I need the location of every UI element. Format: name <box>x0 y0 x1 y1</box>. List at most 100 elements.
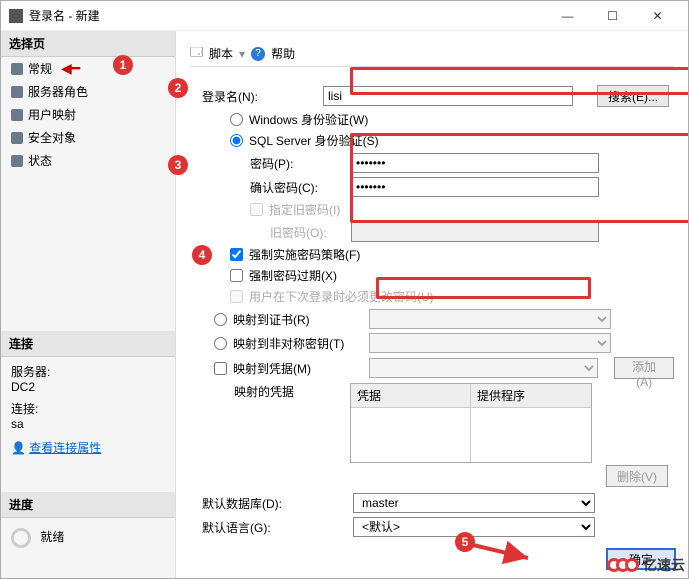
mapped-cred-label: 映射的凭据 <box>234 383 344 400</box>
map-asym-label: 映射到非对称密钥(T) <box>233 335 363 352</box>
annotation-box-2 <box>350 133 688 223</box>
nav-general[interactable]: 常规 ◀━ <box>1 57 175 80</box>
script-icon: 🗔 <box>190 43 203 64</box>
view-conn-row: 👤 查看连接属性 <box>11 439 165 456</box>
win-auth-row: Windows 身份验证(W) <box>190 111 674 128</box>
sidebar: 选择页 常规 ◀━ 服务器角色 用户映射 安全对象 状态 连接 服务器: DC2 … <box>1 31 176 578</box>
view-connection-properties-link[interactable]: 查看连接属性 <box>29 441 101 455</box>
must-change-checkbox <box>230 290 243 303</box>
wrench-icon <box>11 132 23 144</box>
badge-2: 2 <box>168 78 188 98</box>
map-cred-select <box>369 358 598 378</box>
enforce-expiry-label: 强制密码过期(X) <box>249 267 337 284</box>
windows-auth-radio[interactable] <box>230 113 243 126</box>
nav-label: 安全对象 <box>28 129 76 146</box>
minimize-button[interactable]: — <box>545 2 590 30</box>
default-lang-select[interactable]: <默认> <box>353 517 595 537</box>
map-asym-row: 映射到非对称密钥(T) <box>190 333 674 353</box>
enforce-expiry-checkbox[interactable] <box>230 269 243 282</box>
watermark: 亿速云 <box>612 555 685 575</box>
window-buttons: — ☐ ✕ <box>545 2 680 30</box>
enforce-policy-label: 强制实施密码策略(F) <box>249 246 360 263</box>
col-credential-header: 凭据 <box>351 384 470 408</box>
badge-4: 4 <box>192 245 212 265</box>
remove-button: 删除(V) <box>606 465 668 487</box>
connect-value: sa <box>11 417 165 431</box>
map-cred-row: 映射到凭据(M) 添加(A) <box>190 357 674 379</box>
confirm-label: 确认密码(C): <box>250 179 345 196</box>
annotation-box-1 <box>350 67 688 95</box>
person-icon: 👤 <box>11 441 26 455</box>
enforce-policy-row: 强制实施密码策略(F) <box>190 246 674 263</box>
nav-status[interactable]: 状态 <box>1 149 175 172</box>
select-page-header: 选择页 <box>1 31 175 57</box>
nav-label: 服务器角色 <box>28 83 88 100</box>
connect-label: 连接: <box>11 400 165 417</box>
ready-label: 就绪 <box>40 530 64 544</box>
map-cred-checkbox[interactable] <box>214 362 227 375</box>
add-button: 添加(A) <box>614 357 674 379</box>
default-lang-label: 默认语言(G): <box>202 519 347 536</box>
col-provider-header: 提供程序 <box>471 384 591 408</box>
login-label: 登录名(N): <box>202 88 317 105</box>
app-icon <box>9 9 23 23</box>
badge-5: 5 <box>455 532 475 552</box>
sql-auth-radio[interactable] <box>230 134 243 147</box>
help-icon: ? <box>251 47 265 61</box>
content-panel: 🗔 脚本 ▾ ? 帮助 登录名(N): 搜索(E)... Windows 身份验… <box>176 31 688 578</box>
col-credential: 凭据 <box>351 384 471 462</box>
map-cert-radio[interactable] <box>214 313 227 326</box>
badge-1: 1 <box>113 55 133 75</box>
watermark-text: 亿速云 <box>643 555 685 575</box>
connection-header: 连接 <box>1 331 175 357</box>
default-db-row: 默认数据库(D): master <box>190 493 674 513</box>
old-pw-input <box>351 222 599 242</box>
oldpw-row: 旧密码(O): <box>190 222 674 242</box>
content-toolbar: 🗔 脚本 ▾ ? 帮助 <box>190 41 674 67</box>
map-cred-label: 映射到凭据(M) <box>233 360 363 377</box>
map-cert-select <box>369 309 611 329</box>
nav-server-roles[interactable]: 服务器角色 <box>1 80 175 103</box>
mapped-cred-row: 映射的凭据 凭据 提供程序 <box>190 383 674 463</box>
login-new-window: 登录名 - 新建 — ☐ ✕ 选择页 常规 ◀━ 服务器角色 用户映射 安全对象 … <box>0 0 689 579</box>
window-title: 登录名 - 新建 <box>29 7 545 24</box>
default-db-label: 默认数据库(D): <box>202 495 347 512</box>
progress-row: 就绪 <box>1 518 175 558</box>
wrench-icon <box>11 86 23 98</box>
windows-auth-label: Windows 身份验证(W) <box>249 111 368 128</box>
nav-user-mapping[interactable]: 用户映射 <box>1 103 175 126</box>
progress-header: 进度 <box>1 492 175 518</box>
server-value: DC2 <box>11 380 165 394</box>
badge-3: 3 <box>168 155 188 175</box>
watermark-logo-icon <box>612 558 639 572</box>
maximize-button[interactable]: ☐ <box>590 2 635 30</box>
specify-old-pw-label: 指定旧密码(I) <box>269 201 340 218</box>
specify-old-pw-checkbox <box>250 203 263 216</box>
nav-label: 状态 <box>28 152 52 169</box>
default-lang-row: 默认语言(G): <默认> <box>190 517 674 537</box>
enforce-policy-checkbox[interactable] <box>230 248 243 261</box>
arrow-icon: ◀━ <box>61 60 80 77</box>
credentials-grid[interactable]: 凭据 提供程序 <box>350 383 592 463</box>
old-pw-label: 旧密码(O): <box>250 224 345 241</box>
server-label: 服务器: <box>11 363 165 380</box>
ready-icon <box>11 528 31 548</box>
help-button[interactable]: 帮助 <box>271 45 295 62</box>
annotation-box-3 <box>376 277 591 299</box>
default-db-select[interactable]: master <box>353 493 595 513</box>
nav-label: 用户映射 <box>28 106 76 123</box>
dropdown-icon[interactable]: ▾ <box>239 47 245 61</box>
map-cert-label: 映射到证书(R) <box>233 311 363 328</box>
map-asym-radio[interactable] <box>214 337 227 350</box>
map-cert-row: 映射到证书(R) <box>190 309 674 329</box>
main-area: 选择页 常规 ◀━ 服务器角色 用户映射 安全对象 状态 连接 服务器: DC2 … <box>1 31 688 578</box>
password-label: 密码(P): <box>250 155 345 172</box>
map-asym-select <box>369 333 611 353</box>
wrench-icon <box>11 63 23 75</box>
wrench-icon <box>11 109 23 121</box>
nav-label: 常规 <box>28 60 52 77</box>
script-button[interactable]: 脚本 <box>209 45 233 62</box>
connection-info: 服务器: DC2 连接: sa 👤 查看连接属性 <box>1 357 175 462</box>
nav-securables[interactable]: 安全对象 <box>1 126 175 149</box>
close-button[interactable]: ✕ <box>635 2 680 30</box>
